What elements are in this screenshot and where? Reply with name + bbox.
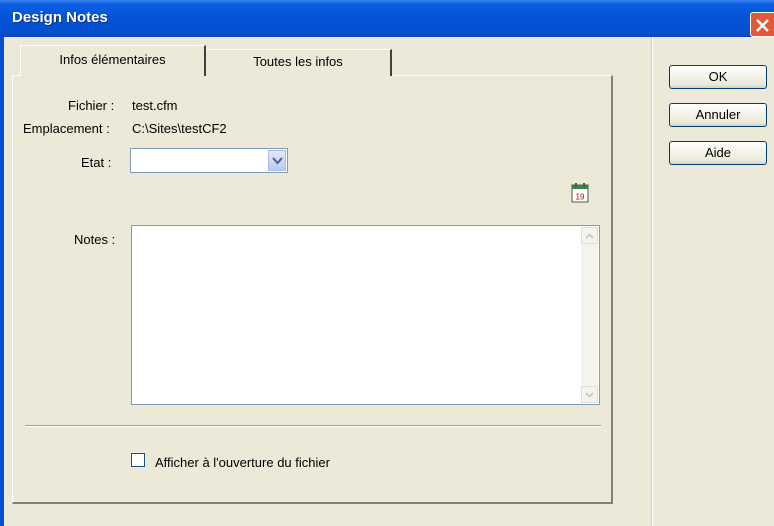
notes-textarea[interactable] [131,225,600,405]
title-bar[interactable]: Design Notes [0,0,774,37]
chevron-down-icon [272,157,283,165]
location-label: Emplacement : [23,121,110,136]
scroll-up-button[interactable] [581,227,598,244]
notes-scrollbar[interactable] [581,227,598,403]
tab-all-info[interactable]: Toutes les infos [206,49,392,76]
scroll-down-button[interactable] [581,386,598,403]
show-on-open-checkbox[interactable] [131,453,145,467]
tab-basic-info[interactable]: Infos élémentaires [20,45,206,76]
location-value: C:\Sites\testCF2 [132,121,227,136]
file-label: Fichier : [68,98,115,113]
status-select[interactable] [130,148,288,173]
cancel-button[interactable]: Annuler [669,103,767,127]
calendar-day: 19 [576,193,585,202]
calendar-icon: 19 [571,183,589,203]
arrow-up-icon [585,233,594,239]
help-button[interactable]: Aide [669,141,767,165]
button-column-divider [651,37,653,526]
divider [25,425,601,427]
window-title: Design Notes [12,9,108,26]
show-on-open-label[interactable]: Afficher à l'ouverture du fichier [155,455,330,470]
close-button[interactable] [750,12,774,37]
date-button[interactable]: 19 [571,183,589,203]
close-icon [756,19,769,32]
file-value: test.cfm [132,98,178,113]
ok-button[interactable]: OK [669,65,767,89]
arrow-down-icon [585,392,594,398]
status-dropdown-button[interactable] [268,150,286,171]
status-label: Etat : [81,155,112,170]
notes-label: Notes : [74,232,116,247]
